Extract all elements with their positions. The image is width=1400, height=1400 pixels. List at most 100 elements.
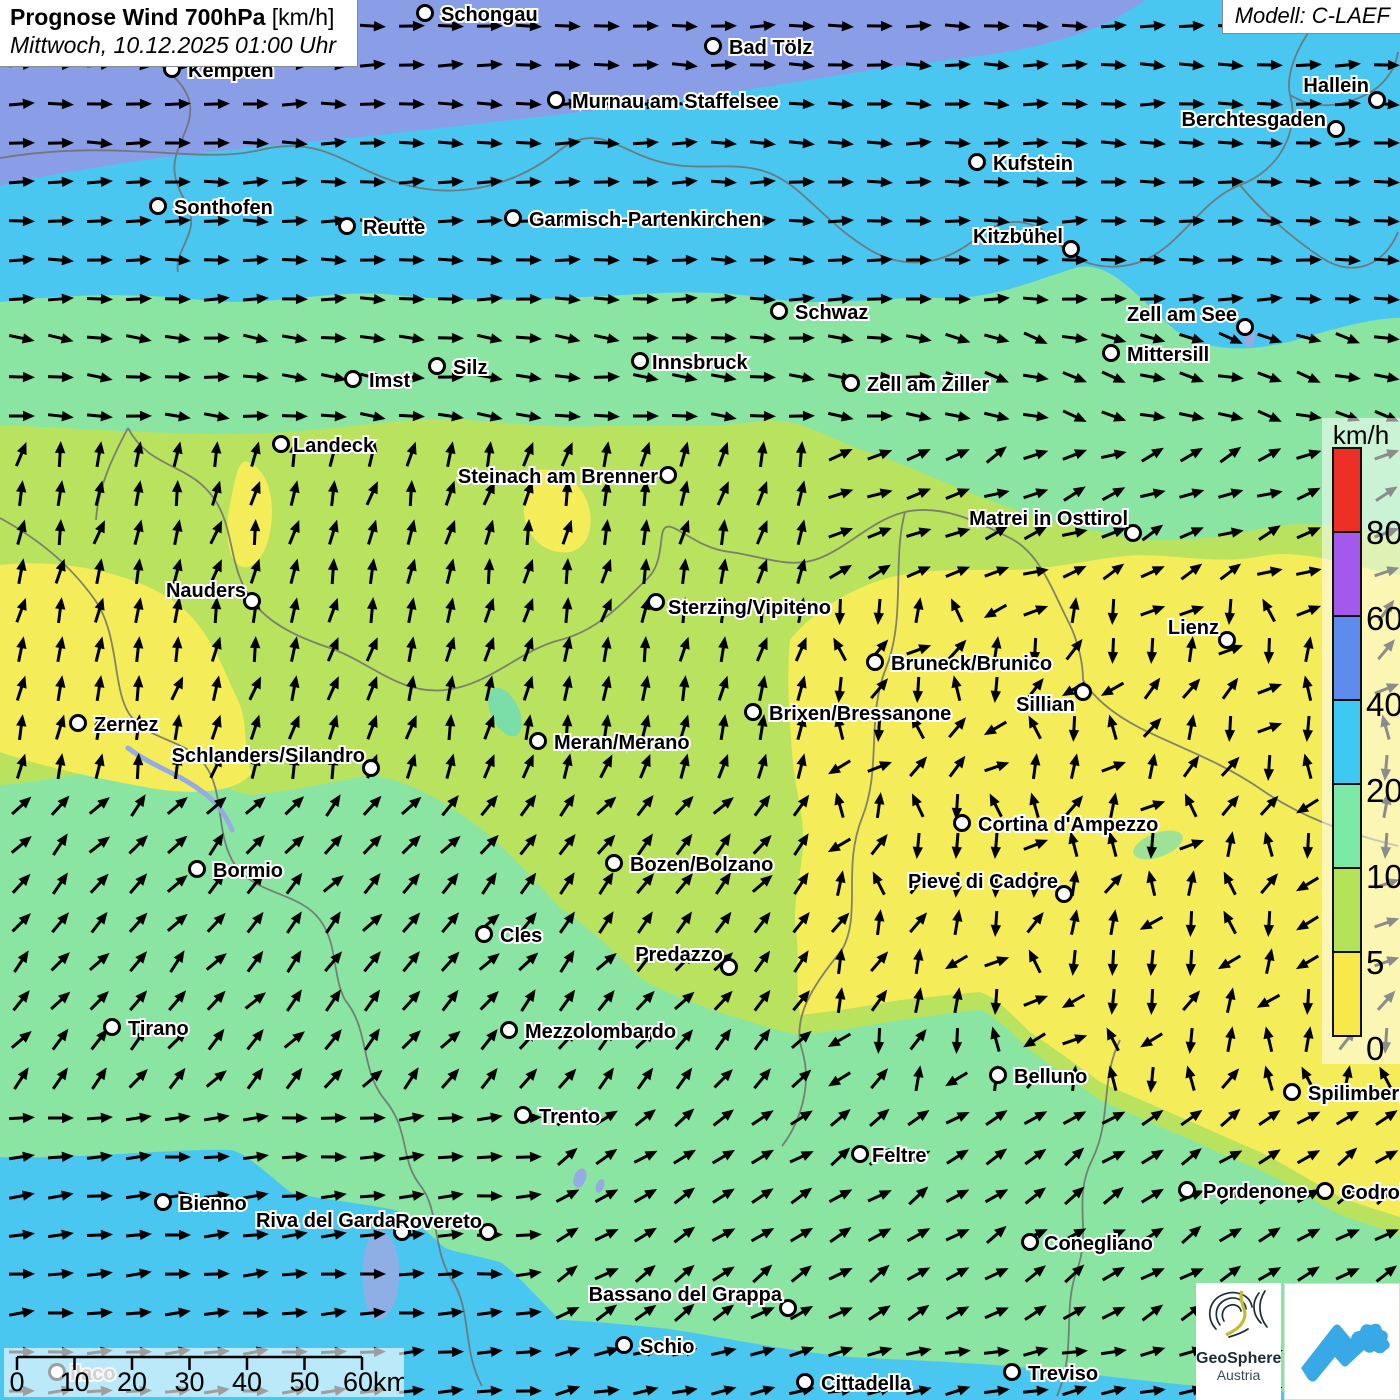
city-marker — [245, 594, 260, 609]
city-marker — [617, 1338, 632, 1353]
city-label: Zell am See — [1127, 304, 1237, 326]
scale-tick-label: 30 — [174, 1367, 204, 1397]
scale-bar: 0102030405060km — [4, 1348, 404, 1397]
city-marker — [430, 359, 445, 374]
city-label: Cittadella — [821, 1373, 912, 1395]
city-marker — [607, 856, 622, 871]
city-marker — [1005, 1365, 1020, 1380]
city-mezzolombardo: Mezzolombardo — [502, 1021, 677, 1043]
city-label: Zernez — [94, 714, 158, 736]
city-marker — [844, 376, 859, 391]
scale-tick-label: 60km — [343, 1367, 404, 1397]
city-marker — [71, 716, 86, 731]
city-marker — [991, 1068, 1006, 1083]
page-title-main: Prognose Wind 700hPa — [10, 4, 265, 30]
city-marker — [1370, 93, 1385, 108]
mountain-logo-icon — [1285, 1284, 1399, 1399]
city-marker — [190, 862, 205, 877]
city-marker — [1057, 887, 1072, 902]
city-label: Brixen/Bressanone — [769, 703, 951, 725]
city-label: Pordenone — [1203, 1181, 1307, 1203]
legend-segment — [1332, 951, 1362, 1037]
geosphere-logo-box: GeoSphere Austria — [1196, 1283, 1281, 1400]
city-marker — [1285, 1085, 1300, 1100]
city-marker — [1023, 1235, 1038, 1250]
city-label: Bassano del Grappa — [589, 1284, 783, 1306]
scale-tick-label: 20 — [117, 1367, 147, 1397]
city-label: Sonthofen — [174, 197, 273, 219]
city-label: Berchtesgaden — [1182, 109, 1327, 131]
city-marker — [549, 93, 564, 108]
model-label-box: Modell: C-LAEF — [1222, 0, 1400, 34]
mountain-logo-shape — [1301, 1324, 1390, 1382]
city-label: Reutte — [363, 217, 425, 239]
city-marker — [156, 1195, 171, 1210]
city-label: Matrei in Osttirol — [969, 508, 1128, 530]
legend-segment — [1332, 615, 1362, 701]
city-marker — [274, 437, 289, 452]
legend-tick-label: 40 — [1366, 683, 1400, 727]
city-label: Cles — [500, 925, 542, 947]
city-marker — [531, 734, 546, 749]
city-marker — [502, 1023, 517, 1038]
scale-tick-label: 10 — [59, 1367, 89, 1397]
city-label: Imst — [369, 370, 410, 392]
legend-tick-label: 5 — [1366, 941, 1384, 985]
city-label: Bozen/Bolzano — [630, 854, 773, 876]
title-box: Prognose Wind 700hPa [km/h] Mittwoch, 10… — [0, 0, 358, 67]
scale-tick-label: 0 — [9, 1367, 24, 1397]
city-label: Lienz — [1168, 617, 1219, 639]
city-label: Garmisch-Partenkirchen — [529, 209, 761, 231]
page-title: Prognose Wind 700hPa [km/h] — [10, 4, 345, 31]
city-marker — [1076, 685, 1091, 700]
city-label: Trento — [539, 1106, 600, 1128]
geosphere-logo-icon — [1196, 1283, 1281, 1345]
city-sterzing-vipiteno: Sterzing/Vipiteno — [649, 595, 831, 620]
city-label: Feltre — [872, 1145, 926, 1167]
city-marker — [346, 372, 361, 387]
city-marker — [1238, 320, 1253, 335]
city-marker — [477, 927, 492, 942]
wind-forecast-map-page: SchongauBad TölzKemptenMurnau am Staffel… — [0, 0, 1400, 1400]
city-label: Kitzbühel — [973, 226, 1063, 248]
city-marker — [746, 705, 761, 720]
city-marker — [955, 816, 970, 831]
city-steinach-am-brenner: Steinach am Brenner — [458, 466, 676, 488]
city-marker — [481, 1225, 496, 1240]
city-label: Tirano — [128, 1018, 189, 1040]
city-murnau-am-staffelsee: Murnau am Staffelsee — [549, 91, 779, 113]
city-marker — [781, 1301, 796, 1316]
page-title-unit: [km/h] — [265, 4, 334, 30]
city-label: Mittersill — [1127, 344, 1209, 366]
city-marker — [1329, 122, 1344, 137]
city-marker — [516, 1108, 531, 1123]
city-marker — [798, 1375, 813, 1390]
legend-segment — [1332, 699, 1362, 785]
city-label: Schwaz — [795, 302, 868, 324]
city-label: Sillian — [1016, 694, 1075, 716]
city-label: Conegliano — [1044, 1233, 1153, 1255]
city-marker — [661, 468, 676, 483]
city-marker — [868, 655, 883, 670]
city-label: Spilimbergo — [1308, 1083, 1400, 1105]
city-marker — [364, 761, 379, 776]
city-marker — [772, 304, 787, 319]
legend-tick-label: 0 — [1366, 1027, 1384, 1071]
city-label: Schio — [640, 1336, 694, 1358]
city-label: Bad Tölz — [729, 37, 812, 59]
city-label: Murnau am Staffelsee — [572, 91, 779, 113]
city-marker — [1104, 346, 1119, 361]
legend-tick-label: 80 — [1366, 511, 1400, 555]
scale-tick-label: 50 — [289, 1367, 319, 1397]
city-marker — [340, 219, 355, 234]
city-marker — [1180, 1183, 1195, 1198]
city-marker — [506, 211, 521, 226]
partner-logo-box — [1284, 1283, 1400, 1400]
city-label: Bienno — [179, 1193, 247, 1215]
city-marker — [418, 6, 433, 21]
city-label: Innsbruck — [652, 352, 748, 374]
legend-segment — [1332, 447, 1362, 533]
city-label: Meran/Merano — [554, 732, 690, 754]
city-marker — [1064, 242, 1079, 257]
city-label: Schongau — [441, 4, 538, 26]
